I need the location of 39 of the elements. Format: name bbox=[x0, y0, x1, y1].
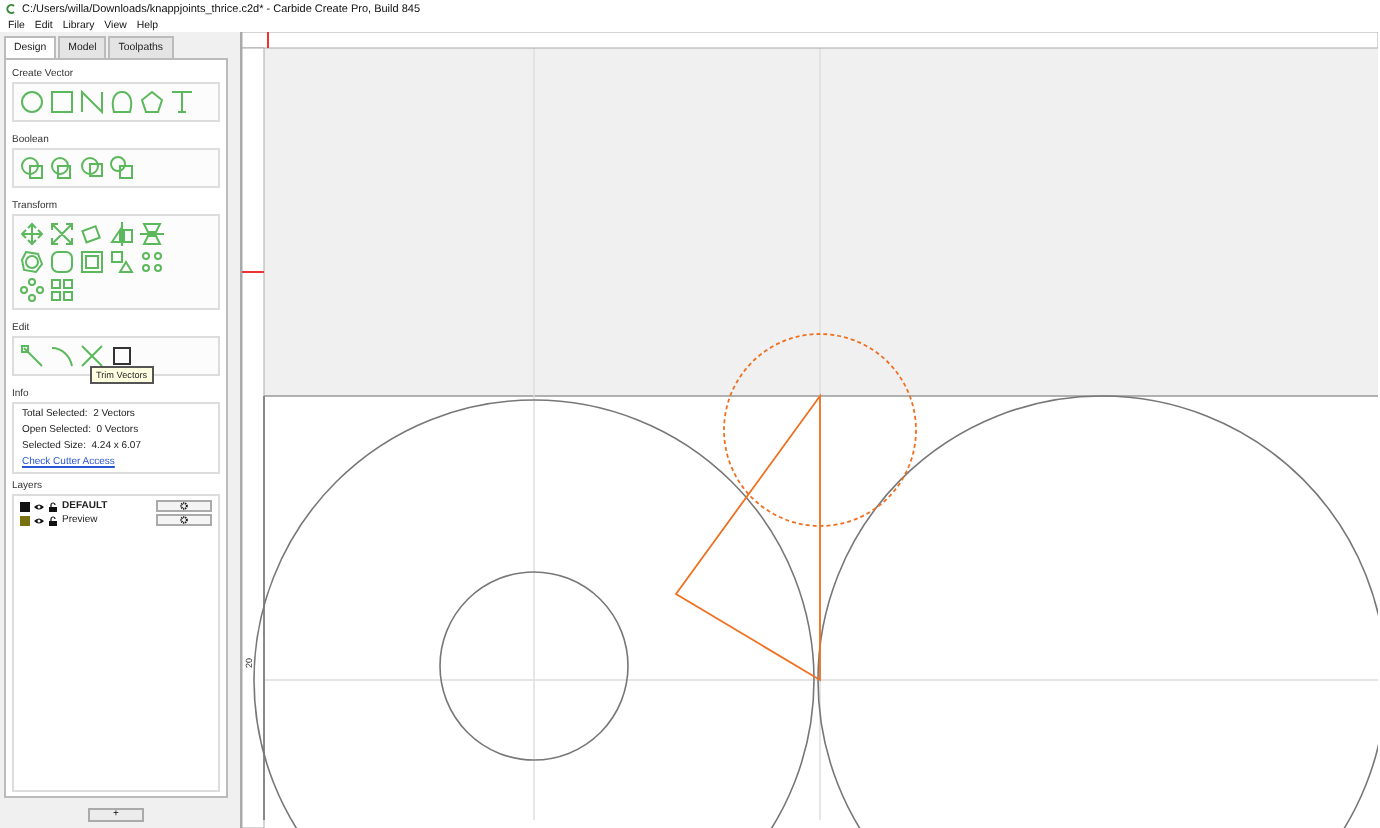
eye-icon[interactable] bbox=[34, 501, 44, 511]
mirror-icon[interactable] bbox=[110, 222, 134, 246]
flip-icon[interactable] bbox=[140, 222, 164, 246]
resize-icon[interactable] bbox=[50, 222, 74, 246]
pentagon-icon[interactable] bbox=[140, 90, 164, 114]
layer-color-swatch[interactable] bbox=[20, 515, 30, 525]
offset-icon[interactable] bbox=[20, 250, 44, 274]
selected-triangle-shape[interactable] bbox=[674, 393, 821, 682]
shape-stack-icon[interactable] bbox=[110, 250, 134, 274]
layer-settings-button[interactable] bbox=[156, 514, 212, 526]
square-grid-icon[interactable] bbox=[50, 278, 74, 302]
intersect-icon[interactable] bbox=[80, 156, 104, 180]
polyline-icon[interactable] bbox=[80, 90, 104, 114]
lock-icon[interactable] bbox=[48, 501, 58, 511]
eye-icon[interactable] bbox=[34, 515, 44, 525]
inset-icon[interactable] bbox=[80, 250, 104, 274]
node-edit-icon[interactable] bbox=[20, 344, 44, 368]
layer-color-swatch[interactable] bbox=[20, 501, 30, 511]
union-icon[interactable] bbox=[20, 156, 44, 180]
fillet-icon[interactable] bbox=[50, 250, 74, 274]
ruler-position-marker bbox=[242, 271, 265, 273]
square-outline-icon[interactable] bbox=[110, 344, 134, 368]
circle-icon[interactable] bbox=[20, 90, 44, 114]
move-icon[interactable] bbox=[20, 222, 44, 246]
square-icon[interactable] bbox=[50, 90, 74, 114]
dot-ring-icon[interactable] bbox=[20, 278, 44, 302]
circle-shape[interactable] bbox=[439, 571, 629, 761]
selected-circle-shape[interactable] bbox=[723, 333, 917, 527]
subtract-icon[interactable] bbox=[50, 156, 74, 180]
text-icon[interactable] bbox=[170, 90, 194, 114]
lock-icon[interactable] bbox=[48, 515, 58, 525]
layer-settings-button[interactable] bbox=[156, 500, 212, 512]
ruler-position-marker bbox=[267, 32, 269, 49]
trim-icon[interactable] bbox=[80, 344, 104, 368]
dot-grid-icon[interactable] bbox=[140, 250, 164, 274]
curve-icon[interactable] bbox=[110, 90, 134, 114]
rotate-icon[interactable] bbox=[80, 222, 104, 246]
overlap-icon[interactable] bbox=[110, 156, 134, 180]
app-logo-icon bbox=[6, 4, 16, 14]
